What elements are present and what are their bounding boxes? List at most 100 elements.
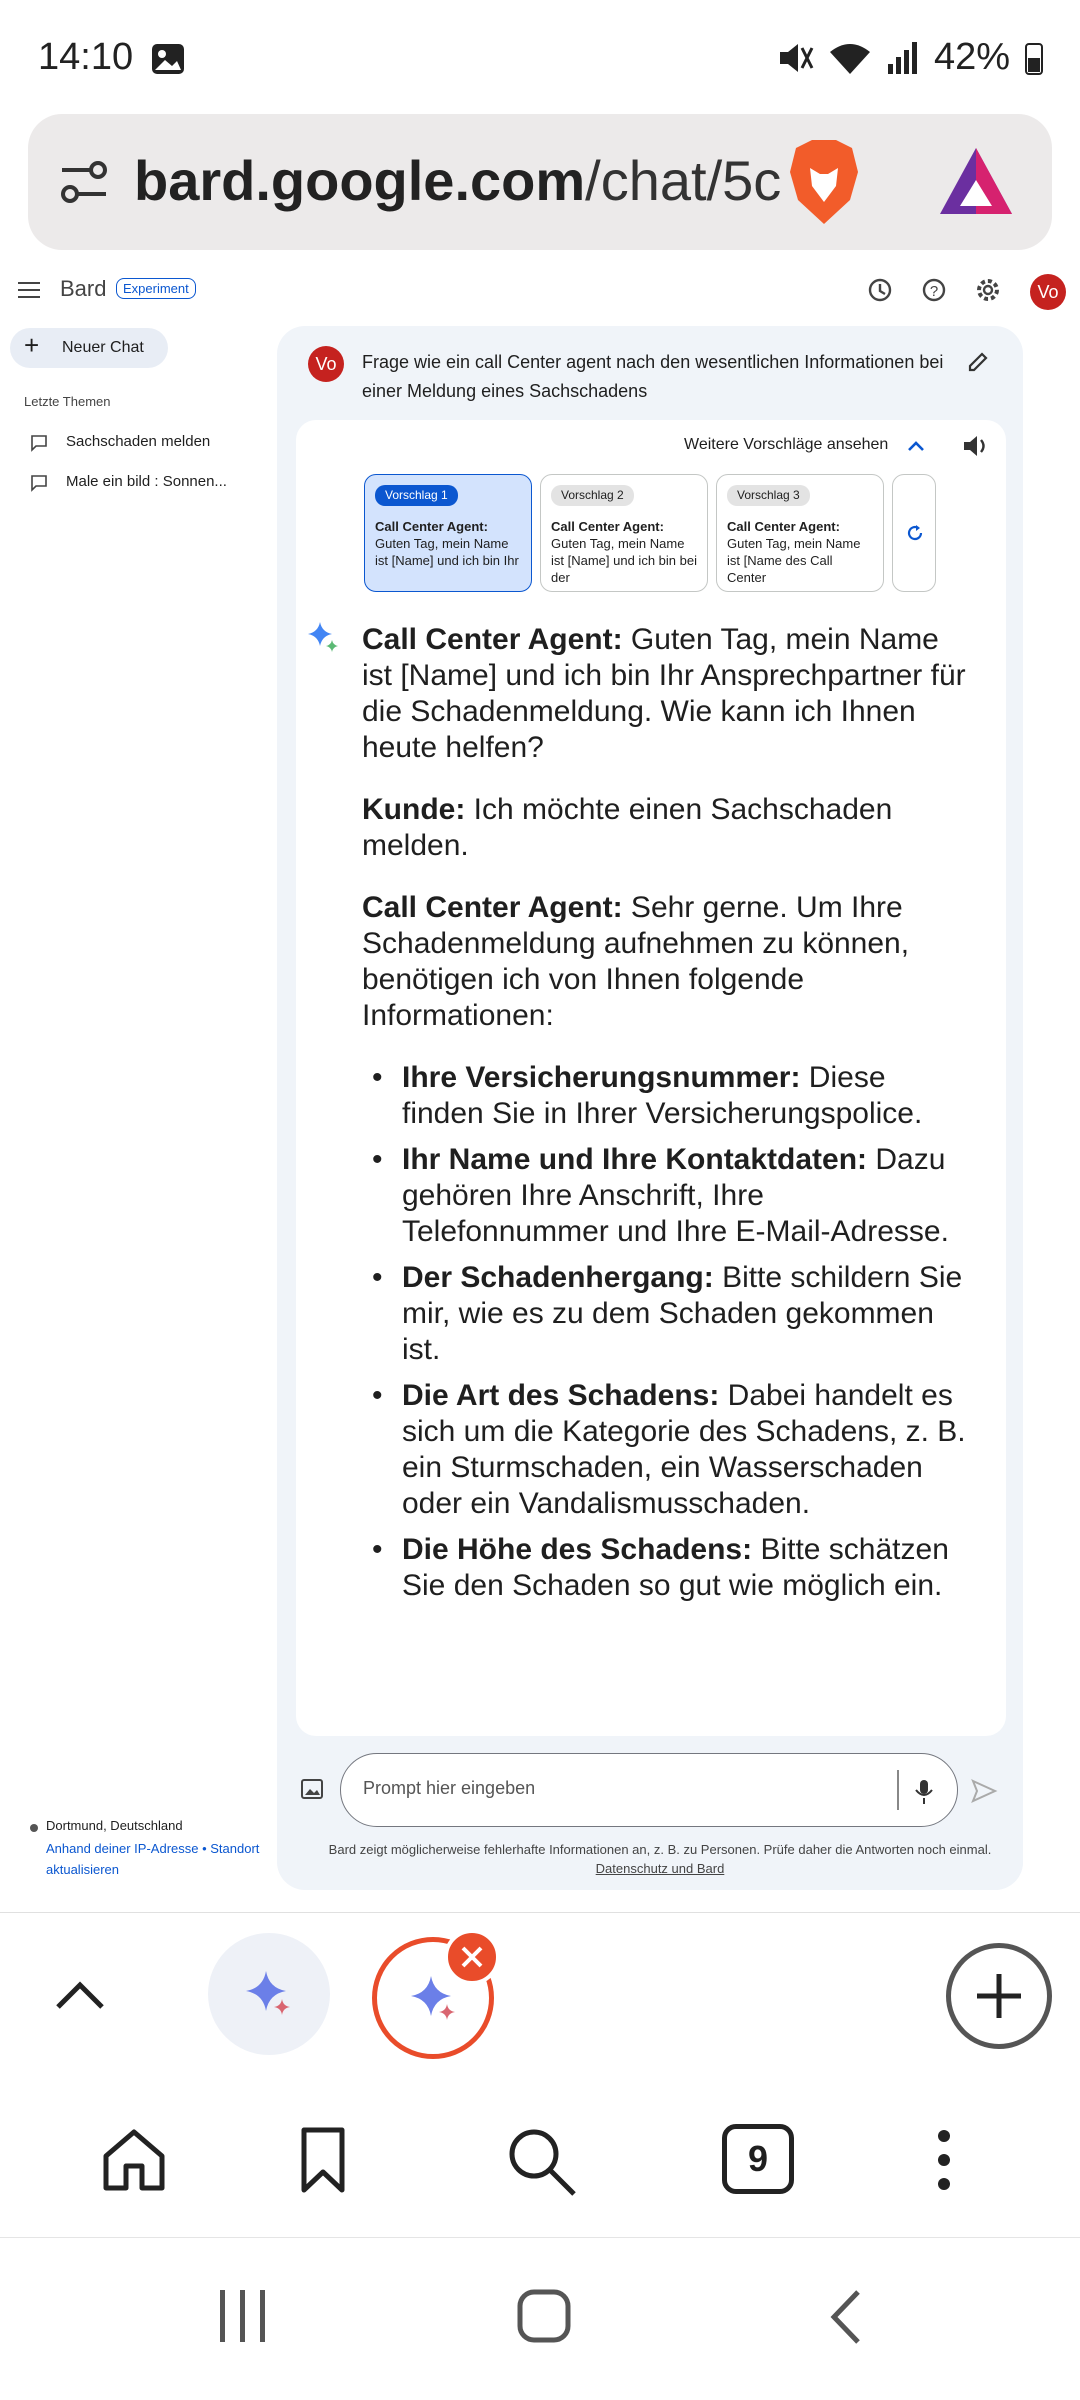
answer-paragraph: Call Center Agent: Guten Tag, mein Name …	[362, 622, 972, 766]
list-item: Ihr Name und Ihre Kontaktdaten: Dazu geh…	[372, 1142, 972, 1250]
user-query: Frage wie ein call Center agent nach den…	[362, 352, 944, 401]
new-tab-button[interactable]	[946, 1943, 1052, 2049]
send-icon[interactable]	[970, 1778, 998, 1804]
draft-label: Vorschlag 1	[375, 485, 458, 506]
brave-rewards-icon[interactable]	[936, 144, 1016, 220]
sidebar-item-sachschaden[interactable]: Sachschaden melden	[20, 424, 270, 458]
speaker-label: Call Center Agent:	[362, 623, 623, 656]
sidebar-item-label: Male ein bild : Sonnen...	[66, 473, 227, 490]
svg-text:?: ?	[930, 283, 938, 300]
experiment-badge: Experiment	[116, 278, 196, 299]
list-item-title: Die Art des Schadens:	[402, 1379, 720, 1412]
tab-thumbnail-1[interactable]	[208, 1933, 330, 2055]
app-name: Bard	[60, 276, 107, 301]
draft-text: Guten Tag, mein Name ist [Name] und ich …	[375, 536, 519, 568]
status-time: 14:10	[38, 36, 134, 78]
chevron-up-icon[interactable]	[52, 1975, 108, 2015]
speaker-label: Kunde:	[362, 793, 466, 826]
close-icon	[461, 1946, 483, 1968]
prompt-input[interactable]: Prompt hier eingeben	[340, 1753, 958, 1827]
info-list: Ihre Versicherungsnummer: Diese finden S…	[372, 1060, 972, 1604]
draft-text: Guten Tag, mein Name ist [Name des Call …	[727, 536, 861, 585]
address-bar[interactable]: bard.google.com/chat/5c	[28, 114, 1052, 250]
draft-label: Vorschlag 2	[551, 485, 634, 506]
edit-icon[interactable]	[966, 350, 990, 374]
brave-shields-icon[interactable]	[784, 138, 864, 228]
search-icon[interactable]	[506, 2126, 578, 2198]
draft-text: Guten Tag, mein Name ist [Name] und ich …	[551, 536, 697, 585]
answer-paragraph: Call Center Agent: Sehr gerne. Um Ihre S…	[362, 890, 972, 1034]
new-chat-label: Neuer Chat	[62, 339, 144, 356]
list-item-title: Der Schadenhergang:	[402, 1261, 714, 1294]
location-dot-icon	[30, 1824, 38, 1832]
system-navigation	[0, 2238, 1080, 2400]
tab-strip	[0, 1912, 1080, 2082]
draft-1[interactable]: Vorschlag 1 Call Center Agent: Guten Tag…	[364, 474, 532, 592]
microphone-icon[interactable]	[913, 1778, 935, 1806]
refresh-icon	[907, 525, 923, 541]
mute-icon	[779, 43, 814, 72]
settings-icon[interactable]	[974, 276, 1002, 304]
list-item-title: Ihre Versicherungsnummer:	[402, 1061, 801, 1094]
draft-2[interactable]: Vorschlag 2 Call Center Agent: Guten Tag…	[540, 474, 708, 592]
battery-percent: 42%	[933, 36, 1010, 78]
privacy-link[interactable]: Datenschutz und Bard	[596, 1861, 725, 1876]
regenerate-drafts-button[interactable]	[892, 474, 936, 592]
answer-paragraph: Kunde: Ich möchte einen Sachschaden meld…	[362, 792, 972, 864]
url-text[interactable]: bard.google.com/chat/5c	[134, 148, 784, 213]
list-item: Ihre Versicherungsnummer: Diese finden S…	[372, 1060, 972, 1132]
list-item-title: Ihr Name und Ihre Kontaktdaten:	[402, 1143, 868, 1176]
draft-title: Call Center Agent:	[727, 519, 840, 534]
account-avatar[interactable]: Vo	[1030, 274, 1066, 310]
list-item: Die Höhe des Schadens: Bitte schätzen Si…	[372, 1532, 972, 1604]
location-place: Dortmund, Deutschland	[46, 1818, 183, 1833]
site-settings-icon[interactable]	[56, 154, 112, 210]
list-item-title: Die Höhe des Schadens:	[402, 1533, 753, 1566]
wifi-icon	[829, 43, 870, 74]
close-tab-button[interactable]	[444, 1929, 500, 1985]
image-icon	[152, 44, 184, 74]
draft-title: Call Center Agent:	[375, 519, 488, 534]
url-path: /chat/5c	[585, 149, 782, 212]
bard-sparkle-icon	[308, 622, 338, 652]
sidebar-item-male-bild[interactable]: Male ein bild : Sonnen...	[20, 464, 270, 498]
home-button-icon[interactable]	[516, 2288, 572, 2344]
list-item: Der Schadenhergang: Bitte schildern Sie …	[372, 1260, 972, 1368]
plus-icon	[977, 1974, 1021, 2018]
image-upload-icon[interactable]	[300, 1776, 326, 1802]
status-bar: 14:10 42%	[0, 0, 1080, 112]
more-drafts-button[interactable]: Weitere Vorschläge ansehen	[684, 436, 888, 454]
disclaimer: Bard zeigt möglicherweise fehlerhafte In…	[290, 1840, 1030, 1878]
new-chat-button[interactable]: + Neuer Chat	[10, 328, 168, 368]
history-icon[interactable]	[866, 276, 894, 304]
bookmark-icon[interactable]	[298, 2126, 348, 2194]
bard-sparkle-icon	[246, 1971, 290, 2015]
back-icon[interactable]	[826, 2288, 866, 2346]
tab-counter[interactable]: 9	[722, 2124, 794, 2194]
draft-3[interactable]: Vorschlag 3 Call Center Agent: Guten Tag…	[716, 474, 884, 592]
browser-toolbar: 9	[0, 2082, 1080, 2238]
signal-icon	[887, 41, 917, 74]
disclaimer-text: Bard zeigt möglicherweise fehlerhafte In…	[328, 1842, 992, 1857]
recent-section-title: Letzte Themen	[24, 394, 111, 409]
input-divider	[897, 1770, 899, 1810]
prompt-placeholder: Prompt hier eingeben	[363, 1778, 536, 1798]
draft-title: Call Center Agent:	[551, 519, 664, 534]
more-options-icon[interactable]	[930, 2126, 958, 2194]
help-icon[interactable]: ?	[920, 276, 948, 304]
response-text: Call Center Agent: Guten Tag, mein Name …	[362, 622, 972, 1614]
user-avatar: Vo	[308, 346, 344, 382]
home-icon[interactable]	[100, 2126, 168, 2194]
speaker-icon[interactable]	[962, 434, 988, 458]
bard-sparkle-icon	[411, 1976, 455, 2020]
menu-icon[interactable]	[18, 280, 42, 300]
update-location-link[interactable]: Anhand deiner IP-Adresse • Standort aktu…	[46, 1838, 276, 1880]
recent-apps-icon[interactable]	[216, 2288, 270, 2344]
sidebar-item-label: Sachschaden melden	[66, 433, 211, 450]
draft-label: Vorschlag 3	[727, 485, 810, 506]
chat-bubble-icon	[31, 435, 47, 452]
chevron-up-icon[interactable]	[906, 436, 926, 456]
plus-icon: +	[24, 330, 40, 360]
url-host: bard.google.com	[134, 149, 586, 212]
battery-icon	[1025, 42, 1043, 75]
